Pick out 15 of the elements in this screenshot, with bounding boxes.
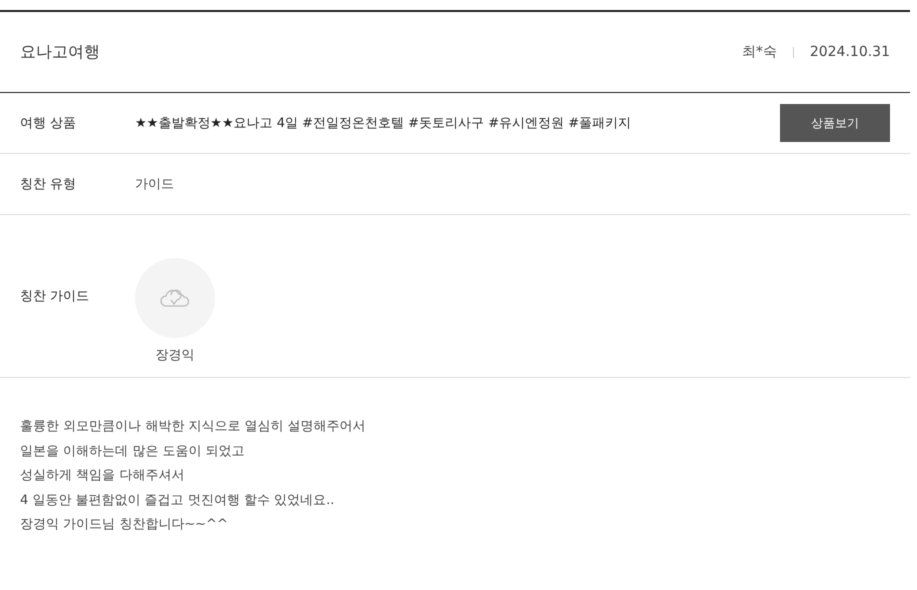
review-title: 요나고여행 xyxy=(20,42,100,62)
review-text-line: 장경익 가이드님 칭찬합니다~~^^ xyxy=(20,516,229,534)
row-value: 가이드 xyxy=(135,176,175,193)
row-label: 여행 상품 xyxy=(20,115,78,132)
product-name: ★★출발확정★★요나고 4일 #전일정온천호텔 #돗토리사구 #유시엔정원 #풀패키지 xyxy=(135,115,632,132)
review-text-line: 성실하게 책임을 다해주셔서 xyxy=(20,467,186,485)
view-product-button[interactable]: 상품보기 xyxy=(780,104,890,142)
review-date: 2024.10.31 xyxy=(810,44,890,60)
author-name: 최*숙 xyxy=(742,43,777,61)
row-label: 칭찬 가이드 xyxy=(20,288,90,305)
review-text-line: 일본을 이해하는데 많은 도움이 되었고 xyxy=(20,442,246,460)
review-text-line: 훌륭한 외모만큼이나 해박한 지식으로 열심히 설명해주어서 xyxy=(20,418,367,436)
guide-name: 장경익 xyxy=(156,347,194,364)
review-text-line: 4 일동안 불편함없이 즐겁고 멋진여행 할수 있었네요.. xyxy=(20,492,336,510)
row-label: 칭찬 유형 xyxy=(20,176,78,193)
